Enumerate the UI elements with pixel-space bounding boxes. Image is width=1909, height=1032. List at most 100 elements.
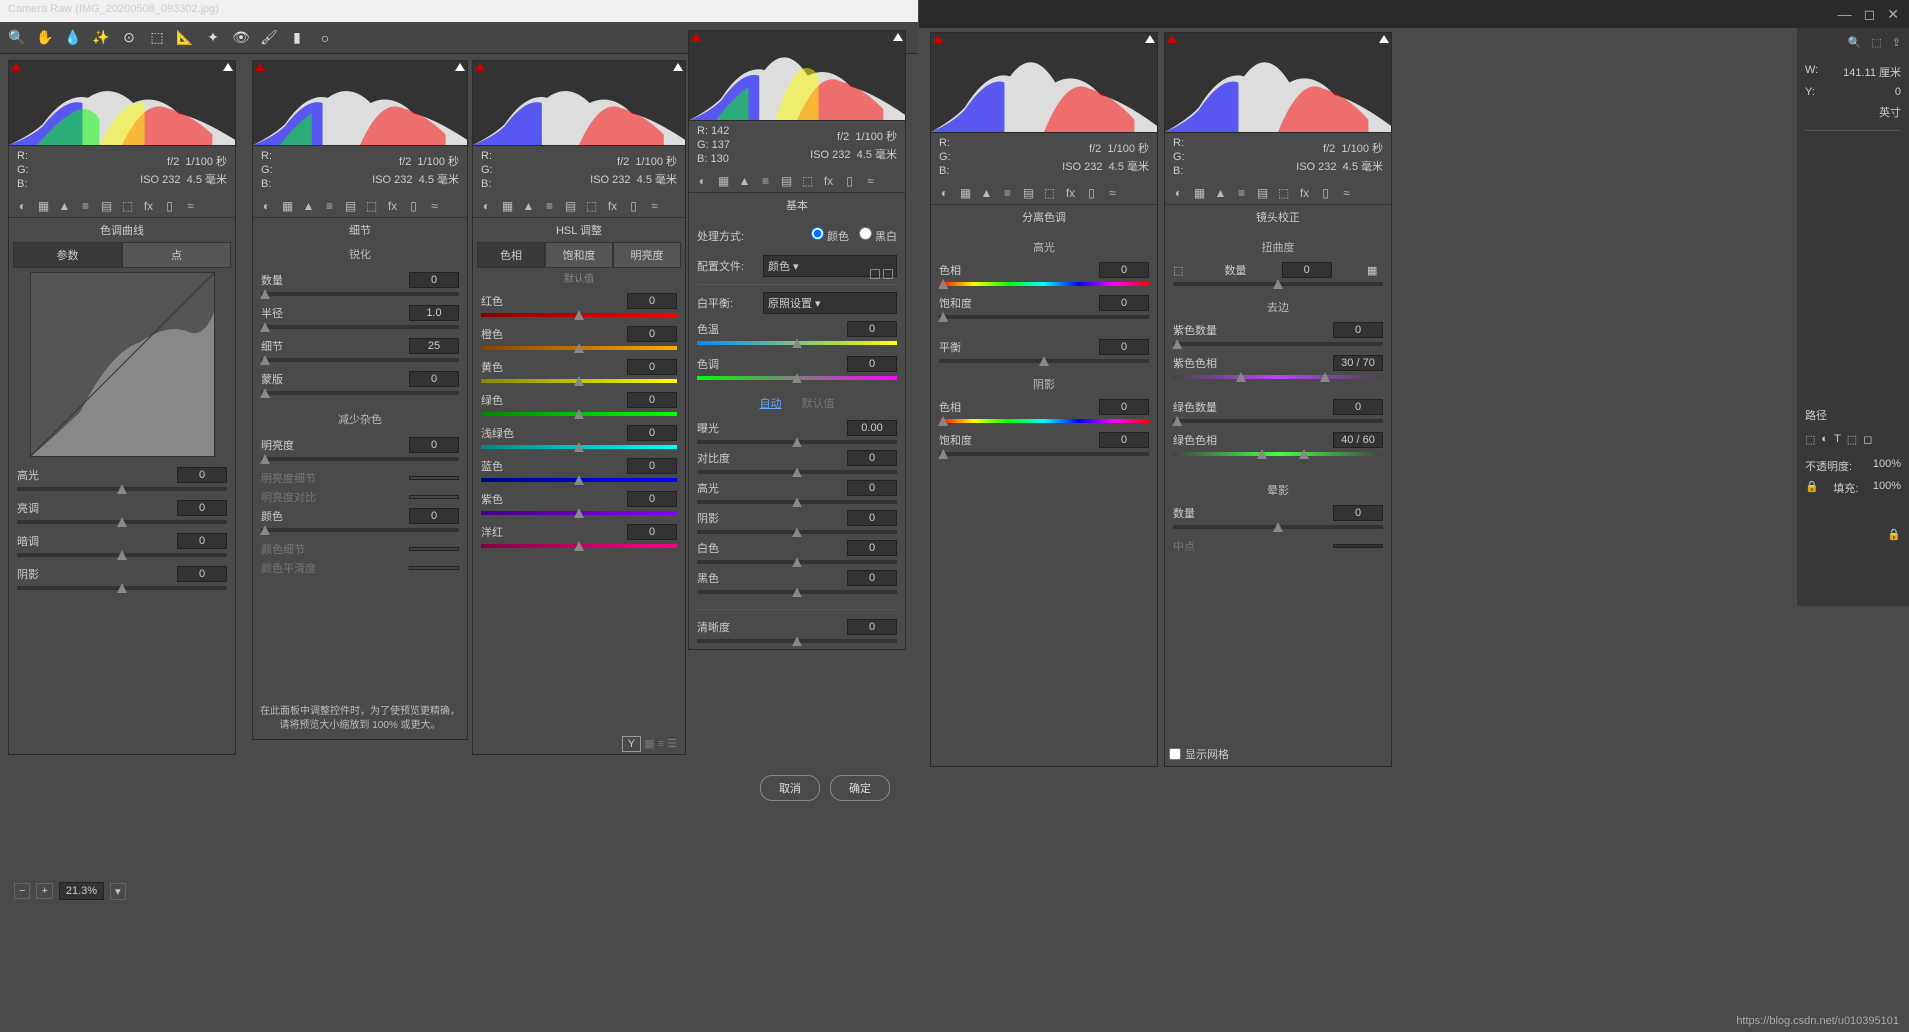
slider[interactable] — [261, 358, 459, 362]
value-input[interactable]: 0 — [409, 371, 459, 387]
hsl-tab-icon[interactable]: ≡ — [78, 198, 93, 213]
hsl-slider[interactable] — [481, 511, 677, 515]
value-input[interactable] — [409, 547, 459, 551]
spot-removal-icon[interactable]: ✦ — [204, 29, 222, 47]
zoom-tool-icon[interactable]: 🔍 — [8, 29, 26, 47]
hsl-slider[interactable] — [481, 544, 677, 548]
green-hue-slider[interactable] — [1173, 452, 1383, 456]
lens-tab-icon[interactable]: ⬚ — [120, 198, 135, 213]
gradient-filter-icon[interactable]: ▮ — [288, 29, 306, 47]
value-input[interactable]: 0 — [177, 566, 227, 582]
sat-tab[interactable]: 饱和度 — [545, 242, 613, 268]
adjustment-brush-icon[interactable]: 🖌 — [260, 29, 278, 47]
auto-link[interactable]: 自动 — [760, 395, 782, 411]
hsl-slider[interactable] — [481, 346, 677, 350]
basic-tab-icon[interactable]: ◐ — [15, 198, 30, 213]
value-input[interactable] — [409, 476, 459, 480]
value-input[interactable]: 0 — [177, 533, 227, 549]
balance-slider[interactable] — [939, 359, 1149, 363]
redeye-icon[interactable]: 👁 — [232, 29, 250, 47]
value-input[interactable]: 25 — [409, 338, 459, 354]
slider[interactable] — [697, 639, 897, 643]
vignette-amount-slider[interactable] — [1173, 525, 1383, 529]
purple-amount-slider[interactable] — [1173, 342, 1383, 346]
slider[interactable] — [697, 560, 897, 564]
share-icon[interactable]: ⇪ — [1892, 36, 1901, 49]
shadow-sat-slider[interactable] — [939, 452, 1149, 456]
search-icon[interactable]: 🔍 — [1848, 36, 1862, 49]
crop-tool-icon[interactable]: ⬚ — [148, 29, 166, 47]
tone-curve-graph[interactable] — [30, 272, 215, 457]
default-link[interactable]: 默认值 — [802, 395, 835, 411]
value-input[interactable]: 0 — [409, 508, 459, 524]
highlight-sat-slider[interactable] — [939, 315, 1149, 319]
y-button[interactable]: Y — [622, 736, 641, 752]
purple-hue-slider[interactable] — [1173, 375, 1383, 379]
slider[interactable] — [261, 528, 459, 532]
temp-slider[interactable] — [697, 341, 897, 345]
hsl-slider[interactable] — [481, 313, 677, 317]
slider[interactable] — [17, 553, 227, 557]
zoom-out-button[interactable]: − — [14, 883, 30, 899]
green-amount-slider[interactable] — [1173, 419, 1383, 423]
value-input[interactable]: 0 — [847, 450, 897, 466]
color-sampler-icon[interactable]: ✨ — [92, 29, 110, 47]
slider[interactable] — [17, 586, 227, 590]
value-input[interactable]: 0.00 — [847, 420, 897, 436]
slider[interactable] — [261, 391, 459, 395]
lum-tab[interactable]: 明亮度 — [613, 242, 681, 268]
zoom-dropdown[interactable]: ▾ — [110, 883, 126, 900]
hsl-slider[interactable] — [481, 412, 677, 416]
show-grid-checkbox[interactable] — [1169, 748, 1181, 760]
hue-tab[interactable]: 色相 — [477, 242, 545, 268]
param-tab[interactable]: 参数 — [13, 242, 122, 268]
slider[interactable] — [697, 470, 897, 474]
straighten-icon[interactable]: 📐 — [176, 29, 194, 47]
value-input[interactable]: 0 — [177, 500, 227, 516]
shadow-hue-slider[interactable] — [939, 419, 1149, 423]
slider[interactable] — [17, 520, 227, 524]
close-icon[interactable]: ✕ — [1887, 6, 1899, 23]
cal-tab-icon[interactable]: ▯ — [162, 198, 177, 213]
wb-select[interactable]: 原照设置 ▾ — [763, 292, 897, 314]
zoom-in-button[interactable]: + — [36, 883, 52, 899]
preset-tab-icon[interactable]: ≈ — [183, 198, 198, 213]
tint-slider[interactable] — [697, 376, 897, 380]
slider[interactable] — [261, 292, 459, 296]
hsl-slider[interactable] — [481, 478, 677, 482]
slider[interactable] — [17, 487, 227, 491]
slider[interactable] — [697, 530, 897, 534]
value-input[interactable] — [409, 495, 459, 499]
value-input[interactable]: 1.0 — [409, 305, 459, 321]
bw-radio[interactable]: 黑白 — [859, 227, 897, 244]
value-input[interactable]: 0 — [847, 510, 897, 526]
ok-button[interactable]: 确定 — [830, 775, 890, 801]
point-tab[interactable]: 点 — [122, 242, 231, 268]
slider[interactable] — [261, 457, 459, 461]
fx-tab-icon[interactable]: fx — [141, 198, 156, 213]
maximize-icon[interactable]: ◻ — [1864, 6, 1876, 23]
minimize-icon[interactable]: — — [1838, 6, 1852, 22]
distortion-slider[interactable] — [1173, 282, 1383, 286]
workspace-icon[interactable]: ⬚ — [1871, 36, 1881, 49]
value-input[interactable]: 0 — [847, 540, 897, 556]
slider[interactable] — [697, 500, 897, 504]
value-input[interactable]: 0 — [409, 437, 459, 453]
highlight-hue-slider[interactable] — [939, 282, 1149, 286]
slider[interactable] — [697, 590, 897, 594]
default-link[interactable]: 默认值 — [473, 268, 685, 287]
value-input[interactable]: 0 — [177, 467, 227, 483]
hsl-slider[interactable] — [481, 379, 677, 383]
lock-icon[interactable]: 🔒 — [1887, 529, 1901, 541]
hsl-slider[interactable] — [481, 445, 677, 449]
hand-tool-icon[interactable]: ✋ — [36, 29, 54, 47]
eyedropper-icon[interactable]: 💧 — [64, 29, 82, 47]
value-input[interactable]: 0 — [847, 480, 897, 496]
temp-value[interactable]: 0 — [847, 321, 897, 337]
value-input[interactable]: 0 — [847, 619, 897, 635]
target-adjust-icon[interactable]: ⊙ — [120, 29, 138, 47]
slider[interactable] — [697, 440, 897, 444]
curve-tab-icon[interactable]: ▦ — [36, 198, 51, 213]
value-input[interactable]: 0 — [409, 272, 459, 288]
zoom-value[interactable]: 21.3% — [59, 882, 104, 900]
